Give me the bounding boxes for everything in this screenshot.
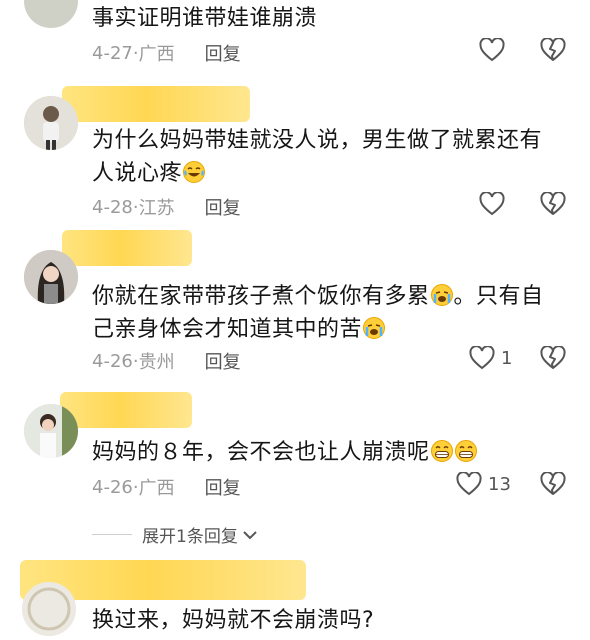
heart-icon [479, 38, 505, 62]
comment-text: 妈妈的８年，会不会也让人崩溃呢 [92, 436, 562, 469]
comment-location: 贵州 [138, 352, 175, 373]
reply-button[interactable]: 回复 [205, 194, 241, 220]
comment-meta: 4-28 · 江苏 回复 [92, 194, 241, 220]
like-count: 13 [488, 473, 511, 495]
avatar[interactable] [24, 250, 78, 304]
expand-replies-button[interactable]: 展开1条回复 [92, 522, 258, 547]
comment-text: 换过来，妈妈就不会崩溃吗? [92, 608, 375, 633]
comment-text: 事实证明谁带娃谁崩溃 [92, 6, 318, 31]
comment-date: 4-28 [92, 196, 133, 218]
comment-location: 广西 [138, 478, 175, 499]
like-button[interactable]: 1 [469, 346, 512, 370]
redacted-username [62, 230, 192, 266]
avatar-image [24, 96, 78, 150]
broken-heart-icon[interactable] [540, 346, 566, 370]
comment-meta: 4-27 · 广西 回复 [92, 40, 241, 66]
reply-button[interactable]: 回复 [205, 474, 241, 500]
redacted-username [60, 392, 192, 428]
like-button[interactable]: 13 [456, 472, 511, 496]
heart-icon [469, 346, 495, 370]
avatar[interactable] [22, 582, 76, 636]
grinning-sweat-emoji [454, 440, 477, 462]
avatar-image [22, 582, 76, 636]
grinning-sweat-emoji [430, 440, 453, 462]
like-button[interactable] [479, 38, 505, 62]
comment-location: 江苏 [138, 198, 175, 219]
like-button[interactable] [479, 192, 505, 216]
avatar[interactable] [24, 404, 78, 458]
crying-emoji [430, 284, 453, 306]
expand-replies-label: 展开1条回复 [142, 527, 238, 547]
chevron-down-icon [243, 530, 257, 539]
comment-date: 4-26 [92, 350, 133, 372]
heart-icon [456, 472, 482, 496]
avatar-image [24, 404, 78, 458]
comment-date: 4-27 [92, 42, 133, 64]
comment-location: 广西 [138, 44, 175, 65]
broken-heart-icon[interactable] [540, 192, 566, 216]
reply-button[interactable]: 回复 [205, 348, 241, 374]
like-count: 1 [501, 347, 513, 369]
comment-text: 为什么妈妈带娃就没人说，男生做了就累还有人说心疼 [92, 128, 543, 186]
crying-emoji [363, 317, 386, 339]
broken-heart-icon[interactable] [540, 38, 566, 62]
avatar-image [24, 250, 78, 304]
avatar[interactable] [24, 96, 78, 150]
comment-meta: 4-26 · 贵州 回复 [92, 348, 241, 374]
broken-heart-icon[interactable] [540, 472, 566, 496]
crying-laughing-emoji [183, 161, 206, 183]
reply-button[interactable]: 回复 [205, 40, 241, 66]
redacted-username [62, 86, 250, 122]
comment-text: 你就在家带带孩子煮个饭你有多累 。只有自己亲身体会才知道其中的苦 [92, 284, 544, 342]
heart-icon [479, 192, 505, 216]
divider [92, 534, 132, 535]
comment-date: 4-26 [92, 476, 133, 498]
avatar[interactable] [24, 0, 78, 28]
comment-meta: 4-26 · 广西 回复 [92, 474, 241, 500]
